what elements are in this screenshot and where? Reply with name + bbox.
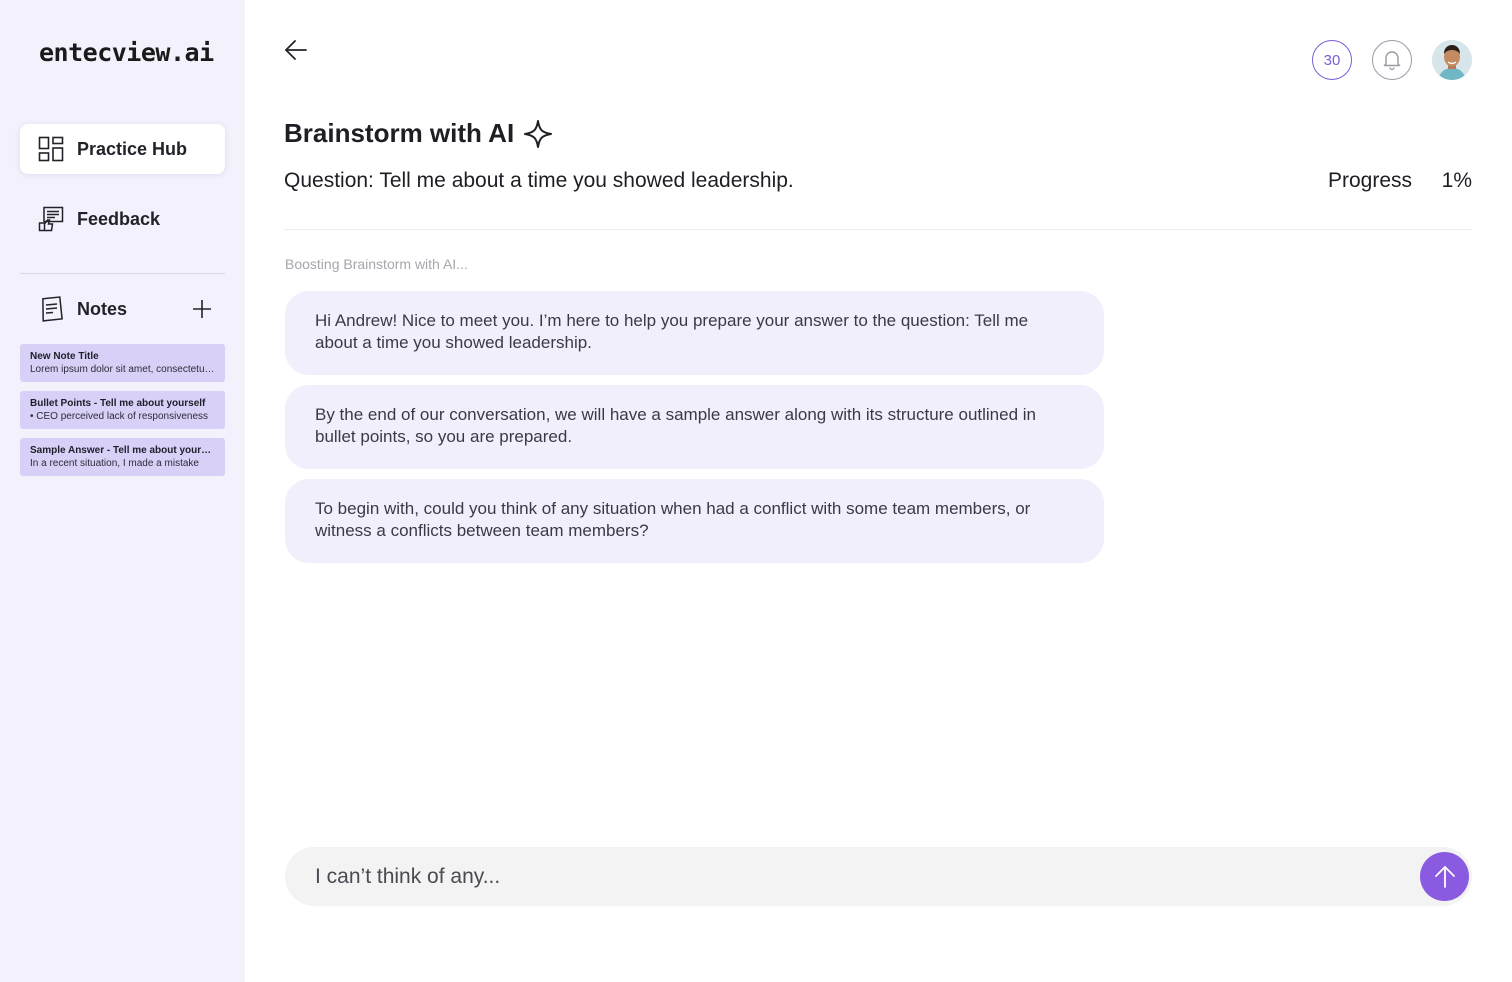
send-button[interactable]	[1420, 852, 1469, 901]
sidebar-divider	[20, 273, 225, 274]
note-card[interactable]: Bullet Points - Tell me about yourself •…	[20, 391, 225, 429]
note-preview: Lorem ipsum dolor sit amet, consectetur …	[30, 364, 215, 375]
nav-item-practice-hub[interactable]: Practice Hub	[20, 124, 225, 174]
note-card[interactable]: Sample Answer - Tell me about yourself I…	[20, 438, 225, 476]
credits-badge[interactable]: 30	[1312, 40, 1352, 80]
arrow-up-icon	[1434, 865, 1455, 888]
message-composer	[285, 847, 1472, 906]
back-arrow-icon[interactable]	[283, 37, 309, 63]
status-text: Boosting Brainstorm with AI...	[285, 256, 468, 272]
progress-label: Progress	[1328, 169, 1413, 192]
note-preview: • CEO perceived lack of responsiveness	[30, 411, 209, 422]
ai-message: To begin with, could you think of any si…	[285, 479, 1104, 563]
note-title: New Note Title	[30, 351, 99, 362]
progress-value: 1%	[1441, 169, 1472, 192]
question-text: Question: Tell me about a time you showe…	[284, 169, 794, 192]
nav-label: Practice Hub	[77, 138, 188, 159]
message-input[interactable]	[315, 847, 1395, 906]
notes-label: Notes	[77, 298, 128, 319]
grid-icon	[38, 136, 64, 162]
note-card[interactable]: New Note Title Lorem ipsum dolor sit ame…	[20, 344, 225, 382]
note-title: Bullet Points - Tell me about yourself	[30, 398, 206, 409]
page-title-text: Brainstorm with AI	[284, 118, 515, 148]
nav-item-feedback[interactable]: Feedback	[20, 194, 225, 244]
page-title: Brainstorm with AI	[284, 118, 553, 149]
ai-message: By the end of our conversation, we will …	[285, 385, 1104, 469]
header-divider	[284, 229, 1472, 230]
user-avatar[interactable]	[1432, 40, 1472, 80]
notes-icon	[42, 296, 63, 322]
note-preview: In a recent situation, I made a mistake	[30, 458, 199, 469]
note-title: Sample Answer - Tell me about yourself	[30, 445, 215, 456]
add-note-icon[interactable]	[191, 298, 213, 320]
sparkle-icon	[524, 119, 553, 148]
ai-message: Hi Andrew! Nice to meet you. I’m here to…	[285, 291, 1104, 375]
brand-logo[interactable]: entecview.ai	[39, 38, 214, 67]
feedback-icon	[38, 206, 64, 232]
sidebar: entecview.ai Practice Hub Feedback Notes…	[0, 0, 245, 982]
notifications-button[interactable]	[1372, 40, 1412, 80]
nav-label: Feedback	[77, 208, 161, 229]
notes-header: Notes	[20, 284, 225, 334]
bell-icon	[1383, 51, 1401, 70]
user-photo-icon	[1432, 40, 1472, 80]
